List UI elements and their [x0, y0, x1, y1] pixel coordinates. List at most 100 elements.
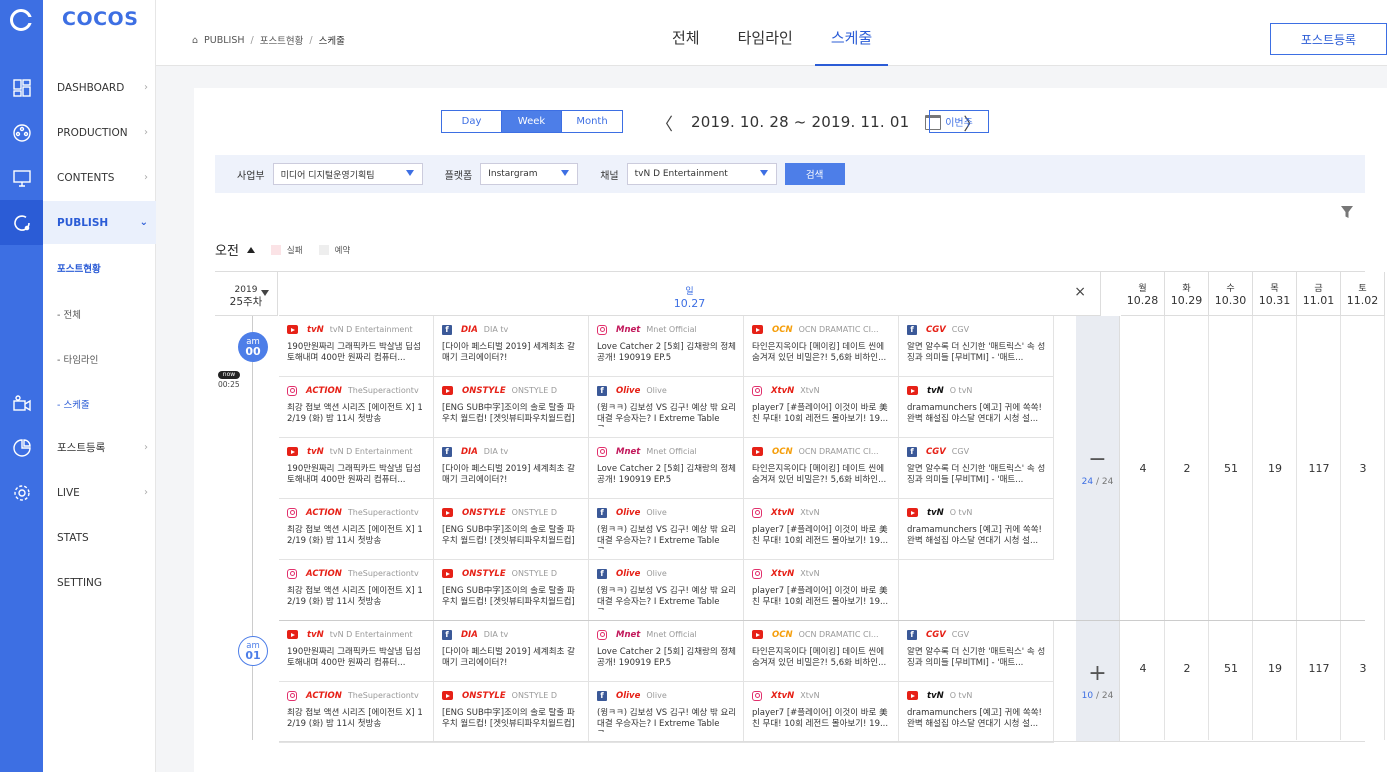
post-card[interactable]: f DIA DIA tv [다이아 페스티벌 2019] 세계최초 갈매기 크리에이터…	[434, 438, 589, 499]
dashboard-icon[interactable]	[0, 65, 43, 110]
cocos-logo-icon[interactable]	[10, 9, 33, 31]
post-card[interactable]: f DIA DIA tv [다이아 페스티벌 2019] 세계최초 갈매기 크리에이터…	[434, 621, 589, 682]
post-card-header: OCN OCN DRAMATIC CI...	[752, 322, 892, 337]
day-count[interactable]: 19	[1253, 662, 1297, 675]
menu-dashboard[interactable]: DASHBOARD ›	[43, 66, 156, 109]
tab-schedule[interactable]: 스케줄	[814, 0, 889, 66]
post-card[interactable]: f CGV CGV 알면 알수록 더 신기한 '매트릭스' 속 성징과 의미들 [무비…	[899, 621, 1054, 682]
menu-live[interactable]: LIVE ›	[43, 471, 156, 514]
submenu-timeline[interactable]: - 타임라인	[57, 352, 98, 366]
post-card[interactable]: ACTION TheSuperactiontv 최강 첩보 액션 시리즈 [에이전트…	[279, 560, 434, 621]
day-count[interactable]: 4	[1121, 662, 1165, 675]
post-register-button[interactable]: 포스트등록	[1270, 23, 1387, 55]
post-card[interactable]: Mnet Mnet Official Love Catcher 2 [5회] 김채랑…	[589, 316, 744, 377]
post-card[interactable]: ACTION TheSuperactiontv 최강 첩보 액션 시리즈 [에이전트…	[279, 682, 434, 743]
post-card[interactable]: tvN O tvN dramamunchers [예고] 귀에 쏙쏙! 완벽 해설집…	[899, 499, 1054, 560]
menu-stats[interactable]: STATS	[43, 516, 156, 559]
post-card[interactable]: f DIA DIA tv [다이아 페스티벌 2019] 세계최초 갈매기 크리에이터…	[434, 316, 589, 377]
tab-all[interactable]: 전체	[656, 0, 716, 66]
hour-00-toggle[interactable]: − 24 / 24	[1076, 316, 1120, 620]
post-card[interactable]: tvN O tvN dramamunchers [예고] 귀에 쏙쏙! 완벽 해설집…	[899, 377, 1054, 438]
brand-logo[interactable]: COCOS	[62, 8, 138, 30]
channel-name: XtvN	[800, 386, 820, 395]
month-button[interactable]: Month	[562, 111, 622, 132]
post-card[interactable]: ONSTYLE ONSTYLE D [ENG SUB中字]조이의 솔로 탈출 파우치…	[434, 682, 589, 743]
dept-select[interactable]: 미디어 디지털운영기획팀	[272, 163, 423, 185]
day-header-0[interactable]: 월 10.28	[1121, 272, 1165, 316]
collapse-icon[interactable]	[246, 246, 255, 253]
menu-production[interactable]: PRODUCTION ›	[43, 111, 156, 154]
post-card[interactable]: tvN tvN D Entertainment 190만원짜리 그래픽카드 박살냄 …	[279, 316, 434, 377]
post-card[interactable]: f Olive Olive (윙ㅋㅋ) 김보성 VS 김구! 예상 밖 요리 대결 우…	[589, 499, 744, 560]
menu-publish[interactable]: PUBLISH ⌄	[43, 201, 156, 244]
day-count[interactable]: 3	[1341, 662, 1385, 675]
week-selector[interactable]: 2019 25주차	[215, 272, 278, 316]
post-card[interactable]: ACTION TheSuperactiontv 최강 첩보 액션 시리즈 [에이전트…	[279, 377, 434, 438]
publish-icon[interactable]	[0, 200, 43, 245]
post-card[interactable]: OCN OCN DRAMATIC CI... 타인은지옥이다 [메이킹] 데이트 씬…	[744, 621, 899, 682]
post-card[interactable]: f CGV CGV 알면 알수록 더 신기한 '매트릭스' 속 성징과 의미들 [무비…	[899, 316, 1054, 377]
submenu-all[interactable]: - 전체	[57, 307, 81, 321]
day-count[interactable]: 117	[1297, 462, 1341, 475]
menu-contents[interactable]: CONTENTS ›	[43, 156, 156, 199]
day-button[interactable]: Day	[442, 111, 502, 132]
post-card[interactable]: ONSTYLE ONSTYLE D [ENG SUB中字]조이의 솔로 탈출 파우치…	[434, 377, 589, 438]
day-header-4[interactable]: 금 11.01	[1297, 272, 1341, 316]
day-count[interactable]: 51	[1209, 662, 1253, 675]
day-header-5[interactable]: 토 11.02	[1341, 272, 1385, 316]
day-count[interactable]: 3	[1341, 462, 1385, 475]
menu-post-register[interactable]: 포스트등록 ›	[43, 426, 156, 469]
search-button[interactable]: 검색	[784, 163, 845, 185]
day-count[interactable]: 2	[1165, 662, 1209, 675]
post-card[interactable]: ONSTYLE ONSTYLE D [ENG SUB中字]조이의 솔로 탈출 파우치…	[434, 560, 589, 621]
submenu-schedule[interactable]: - 스케줄	[57, 397, 90, 411]
breadcrumb-publish[interactable]: PUBLISH	[204, 35, 244, 46]
post-card[interactable]: f Olive Olive (윙ㅋㅋ) 김보성 VS 김구! 예상 밖 요리 대결 우…	[589, 377, 744, 438]
sunday-header[interactable]: 일 10.27 ×	[279, 272, 1101, 316]
column-line	[1296, 316, 1297, 740]
menu-setting[interactable]: SETTING	[43, 561, 156, 604]
post-card[interactable]: tvN tvN D Entertainment 190만원짜리 그래픽카드 박살냄 …	[279, 438, 434, 499]
stats-icon[interactable]	[0, 425, 43, 470]
contents-icon[interactable]	[0, 155, 43, 200]
submenu-post-status[interactable]: 포스트현황	[57, 261, 101, 275]
day-header-1[interactable]: 화 10.29	[1165, 272, 1209, 316]
this-week-button[interactable]: 이번주	[929, 110, 989, 133]
day-count[interactable]: 51	[1209, 462, 1253, 475]
post-card[interactable]: XtvN XtvN player7 [#플레이어] 이것이 바로 美친 무대! 10…	[744, 499, 899, 560]
post-card[interactable]: Mnet Mnet Official Love Catcher 2 [5회] 김채랑…	[589, 621, 744, 682]
post-card[interactable]: f Olive Olive (윙ㅋㅋ) 김보성 VS 김구! 예상 밖 요리 대결 우…	[589, 560, 744, 621]
post-card[interactable]: OCN OCN DRAMATIC CI... 타인은지옥이다 [메이킹] 데이트 씬…	[744, 316, 899, 377]
day-count[interactable]: 2	[1165, 462, 1209, 475]
day-header-3[interactable]: 목 10.31	[1253, 272, 1297, 316]
post-card[interactable]: ACTION TheSuperactiontv 최강 첩보 액션 시리즈 [에이전트…	[279, 499, 434, 560]
prev-week-icon[interactable]: 〈	[644, 110, 685, 135]
channel-name: ONSTYLE D	[511, 386, 557, 395]
day-count[interactable]: 117	[1297, 662, 1341, 675]
post-card[interactable]: f CGV CGV 알면 알수록 더 신기한 '매트릭스' 속 성징과 의미들 [무비…	[899, 438, 1054, 499]
post-card[interactable]: f Olive Olive (윙ㅋㅋ) 김보성 VS 김구! 예상 밖 요리 대결 우…	[589, 682, 744, 743]
platform-select[interactable]: Instargram	[480, 163, 579, 185]
home-icon[interactable]: ⌂	[192, 35, 198, 46]
breadcrumb-post-status[interactable]: 포스트현황	[260, 33, 304, 47]
post-card[interactable]: ONSTYLE ONSTYLE D [ENG SUB中字]조이의 솔로 탈출 파우치…	[434, 499, 589, 560]
production-icon[interactable]	[0, 110, 43, 155]
close-icon[interactable]: ×	[1074, 284, 1086, 300]
post-card[interactable]: OCN OCN DRAMATIC CI... 타인은지옥이다 [메이킹] 데이트 씬…	[744, 438, 899, 499]
post-card[interactable]: XtvN XtvN player7 [#플레이어] 이것이 바로 美친 무대! 10…	[744, 682, 899, 743]
post-card[interactable]: tvN tvN D Entertainment 190만원짜리 그래픽카드 박살냄 …	[279, 621, 434, 682]
week-button[interactable]: Week	[502, 111, 562, 132]
channel-select[interactable]: tvN D Entertainment	[626, 163, 777, 185]
tab-timeline[interactable]: 타임라인	[722, 0, 809, 66]
day-count[interactable]: 4	[1121, 462, 1165, 475]
post-card[interactable]: tvN O tvN dramamunchers [예고] 귀에 쏙쏙! 완벽 해설집…	[899, 682, 1054, 743]
post-card[interactable]: XtvN XtvN player7 [#플레이어] 이것이 바로 美친 무대! 10…	[744, 377, 899, 438]
hour-01-toggle[interactable]: + 10 / 24	[1076, 621, 1120, 742]
post-card[interactable]: Mnet Mnet Official Love Catcher 2 [5회] 김채랑…	[589, 438, 744, 499]
post-card[interactable]: XtvN XtvN player7 [#플레이어] 이것이 바로 美친 무대! 10…	[744, 560, 899, 621]
settings-icon[interactable]	[0, 470, 43, 515]
day-count[interactable]: 19	[1253, 462, 1297, 475]
filter-icon[interactable]	[1340, 205, 1354, 219]
live-icon[interactable]	[0, 380, 43, 425]
day-header-2[interactable]: 수 10.30	[1209, 272, 1253, 316]
